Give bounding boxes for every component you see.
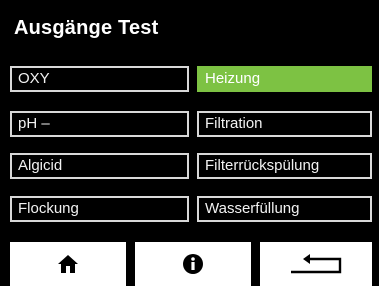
page-title: Ausgänge Test <box>14 17 159 39</box>
output-button-flockung[interactable]: Flockung <box>10 196 189 222</box>
output-button-heizung[interactable]: Heizung <box>197 66 372 92</box>
home-button[interactable] <box>10 242 126 286</box>
output-button-algicid[interactable]: Algicid <box>10 153 189 179</box>
info-button[interactable] <box>135 242 251 286</box>
output-button-oxy[interactable]: OXY <box>10 66 189 92</box>
output-button-filtration[interactable]: Filtration <box>197 111 372 137</box>
home-icon <box>57 254 79 274</box>
return-icon <box>288 254 344 274</box>
output-test-screen: Ausgänge Test OXY Heizung pH – Filtratio… <box>0 0 379 286</box>
info-icon <box>182 253 204 275</box>
output-button-ph-minus[interactable]: pH – <box>10 111 189 137</box>
output-button-filterrueckspuelung[interactable]: Filterrückspülung <box>197 153 372 179</box>
return-button[interactable] <box>260 242 372 286</box>
output-button-wasserfuellung[interactable]: Wasserfüllung <box>197 196 372 222</box>
